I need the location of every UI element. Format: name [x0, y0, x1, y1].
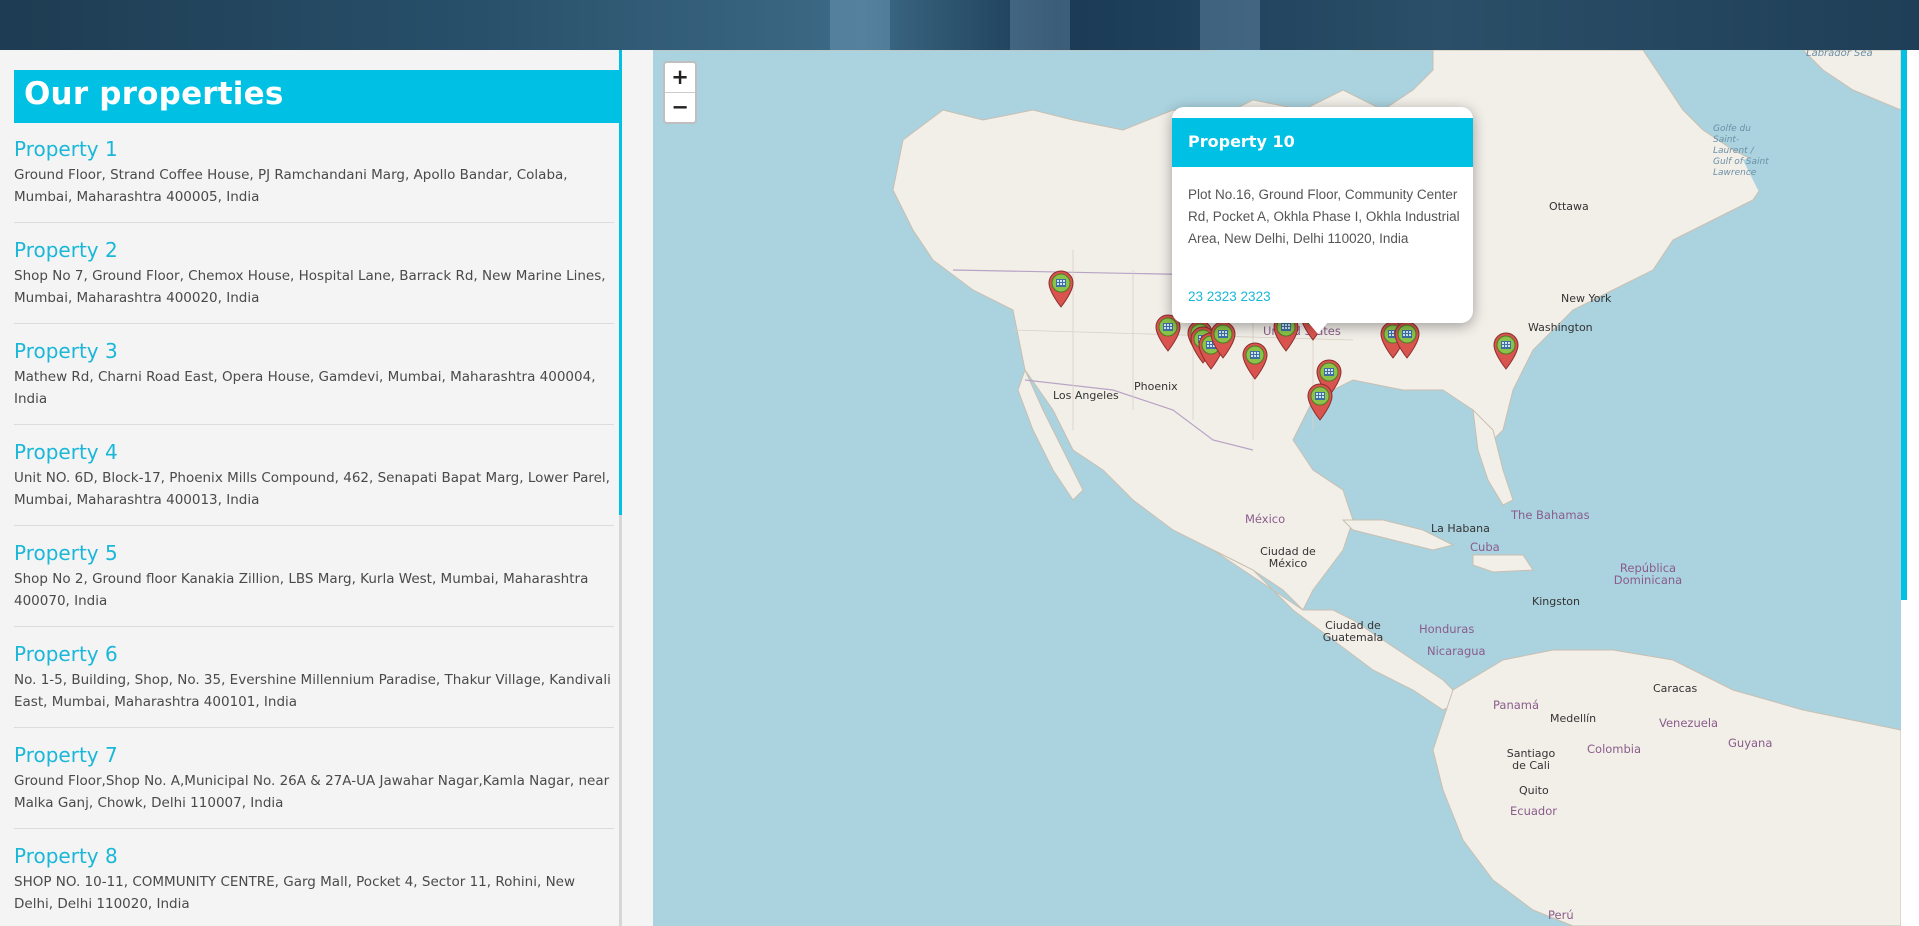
map-pin-icon[interactable] [1394, 321, 1420, 359]
page-right-accent-bar [1901, 50, 1907, 600]
property-popup[interactable]: Property 10 Plot No.16, Ground Floor, Co… [1172, 107, 1473, 334]
map-label-mexico: México [1245, 512, 1286, 526]
list-item[interactable]: Property 5 Shop No 2, Ground floor Kanak… [14, 540, 614, 627]
map-label-ciudad-de-mexico: Ciudad de México [1260, 545, 1316, 570]
list-item[interactable]: Property 3 Mathew Rd, Charni Road East, … [14, 338, 614, 425]
map-label-venezuela: Venezuela [1659, 716, 1719, 730]
property-address: Mathew Rd, Charni Road East, Opera House… [14, 369, 596, 407]
map-pin-icon[interactable] [1242, 342, 1268, 380]
property-address: Shop No 2, Ground floor Kanakia Zillion,… [14, 571, 589, 609]
property-address: No. 1-5, Building, Shop, No. 35, Evershi… [14, 672, 611, 710]
map-label-nicaragua: Nicaragua [1427, 644, 1486, 658]
zoom-in-button[interactable]: + [665, 63, 695, 93]
map-label-honduras: Honduras [1419, 622, 1475, 636]
map-label-santiago-de-cali: Santiago de Cali [1506, 747, 1556, 772]
list-item[interactable]: Property 7 Ground Floor,Shop No. A,Munic… [14, 742, 614, 829]
property-address: SHOP NO. 10-11, COMMUNITY CENTRE, Garg M… [14, 874, 576, 912]
map-label-la-habana: La Habana [1431, 522, 1490, 535]
property-name[interactable]: Property 7 [14, 742, 614, 768]
list-item[interactable]: Property 8 SHOP NO. 10-11, COMMUNITY CEN… [14, 843, 614, 926]
map-label-new-york: New York [1561, 292, 1612, 305]
map-label-guyana: Guyana [1728, 736, 1773, 750]
map-label-cuba: Cuba [1470, 540, 1500, 554]
sidebar-title-bar: Our properties [14, 70, 620, 123]
map-gutter [622, 50, 653, 926]
map-label-gulf-st-lawrence: Golfe du Saint-Laurent / Gulf of Saint L… [1713, 124, 1769, 178]
map-pin-icon[interactable] [1493, 332, 1519, 370]
property-name[interactable]: Property 1 [14, 136, 614, 162]
map-pin-icon[interactable] [1048, 270, 1074, 308]
map-label-ciudad-de-guatemala: Ciudad de Guatemala [1322, 619, 1384, 644]
hero-banner-strip [0, 0, 1919, 50]
popup-tip [1307, 321, 1329, 334]
map-label-ottawa: Ottawa [1549, 200, 1589, 213]
map-label-labrador-sea: Labrador Sea [1806, 50, 1873, 59]
map-pin-icon[interactable] [1307, 383, 1333, 421]
map-label-caracas: Caracas [1653, 682, 1698, 695]
property-name[interactable]: Property 4 [14, 439, 614, 465]
map-label-peru: Perú [1548, 908, 1574, 922]
map-label-republica-dominicana: República Dominicana [1613, 561, 1683, 587]
map-canvas[interactable]: + − Labrador Sea Golfe du Saint-Laurent … [653, 50, 1901, 926]
zoom-out-button[interactable]: − [665, 93, 695, 122]
map-label-ecuador: Ecuador [1510, 804, 1557, 818]
list-item[interactable]: Property 4 Unit NO. 6D, Block-17, Phoeni… [14, 439, 614, 526]
property-name[interactable]: Property 6 [14, 641, 614, 667]
property-list: Property 1 Ground Floor, Strand Coffee H… [14, 136, 614, 926]
map-label-kingston: Kingston [1532, 595, 1580, 608]
property-address: Unit NO. 6D, Block-17, Phoenix Mills Com… [14, 470, 610, 508]
map-label-colombia: Colombia [1587, 742, 1642, 756]
property-name[interactable]: Property 3 [14, 338, 614, 364]
popup-header: Property 10 [1172, 118, 1473, 167]
map-label-los-angeles: Los Angeles [1053, 389, 1119, 402]
map-label-the-bahamas: The Bahamas [1511, 508, 1590, 522]
popup-address: Plot No.16, Ground Floor, Community Cent… [1188, 187, 1460, 246]
property-name[interactable]: Property 5 [14, 540, 614, 566]
property-address: Ground Floor,Shop No. A,Municipal No. 26… [14, 773, 610, 811]
property-address: Ground Floor, Strand Coffee House, PJ Ra… [14, 167, 568, 205]
list-item[interactable]: Property 1 Ground Floor, Strand Coffee H… [14, 136, 614, 223]
map-label-quito: Quito [1519, 784, 1549, 797]
page-title: Our properties [24, 76, 284, 112]
list-item[interactable]: Property 6 No. 1-5, Building, Shop, No. … [14, 641, 614, 728]
zoom-control: + − [663, 61, 697, 124]
list-item[interactable]: Property 2 Shop No 7, Ground Floor, Chem… [14, 237, 614, 324]
property-address: Shop No 7, Ground Floor, Chemox House, H… [14, 268, 606, 306]
map-label-medellin: Medellín [1550, 712, 1597, 725]
map-pin-icon[interactable] [1210, 321, 1236, 359]
map-label-panama: Panamá [1493, 698, 1540, 712]
map-label-phoenix: Phoenix [1134, 380, 1178, 393]
popup-phone-link[interactable]: 23 2323 2323 [1188, 289, 1271, 304]
map-label-washington: Washington [1528, 321, 1593, 334]
popup-title: Property 10 [1188, 132, 1295, 151]
property-name[interactable]: Property 2 [14, 237, 614, 263]
property-name[interactable]: Property 8 [14, 843, 614, 869]
properties-sidebar: Our properties Property 1 Ground Floor, … [0, 50, 621, 926]
